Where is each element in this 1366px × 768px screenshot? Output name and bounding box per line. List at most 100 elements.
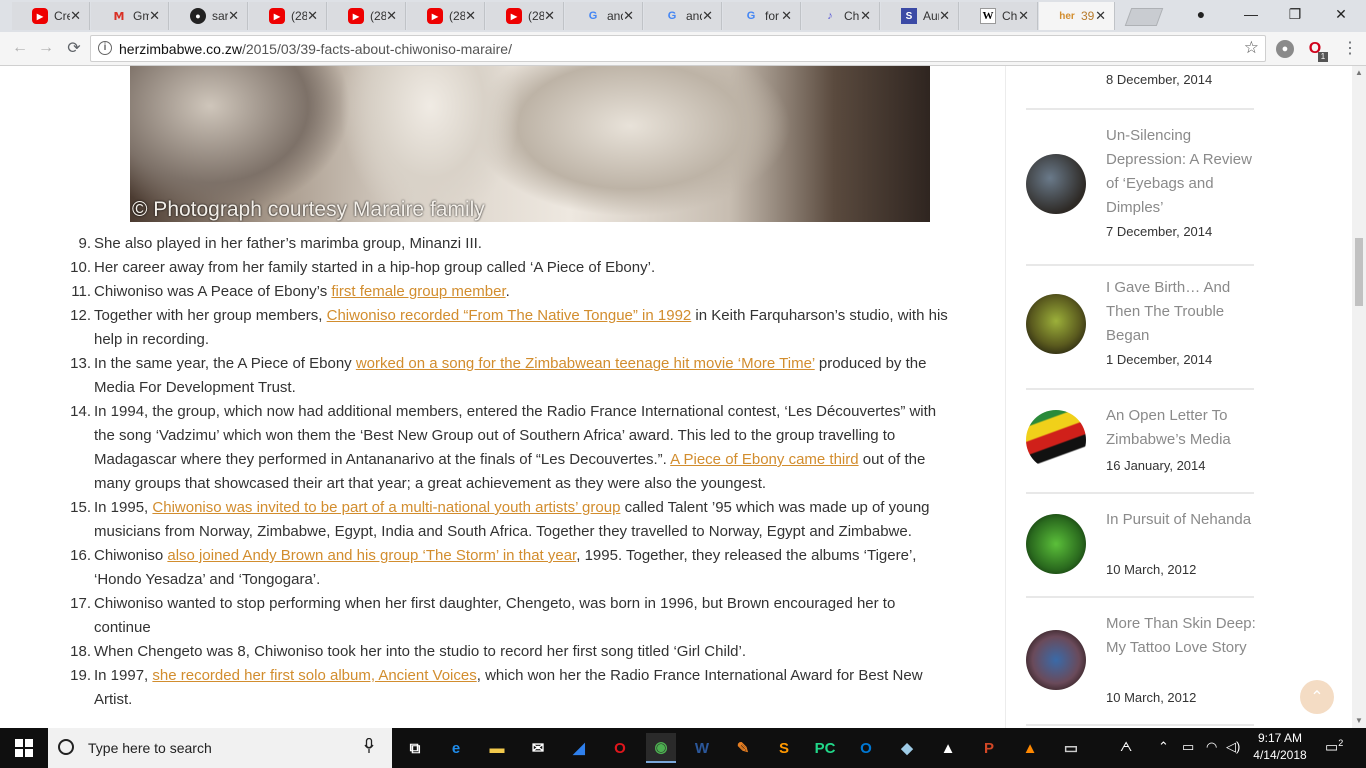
post-title[interactable]: More Than Skin Deep: My Tattoo Love Stor…	[1106, 612, 1256, 660]
battery-icon[interactable]: ▭	[1182, 739, 1194, 755]
tab-close-icon[interactable]: ✕	[781, 8, 792, 24]
tab-close-icon[interactable]: ✕	[228, 8, 239, 24]
browser-tab[interactable]: Gfor ✕	[723, 2, 801, 30]
browser-tab[interactable]: ▶ (28)✕	[407, 2, 485, 30]
file-explorer-icon[interactable]: ▬	[482, 733, 512, 763]
minimize-button[interactable]: —	[1228, 0, 1274, 28]
wifi-icon[interactable]: ◠	[1206, 739, 1217, 755]
mail-icon[interactable]: ✉	[523, 733, 553, 763]
browser-tab[interactable]: S Aur✕	[881, 2, 959, 30]
browser-tab[interactable]: ▶ (28)✕	[328, 2, 406, 30]
tab-close-icon[interactable]: ✕	[939, 8, 950, 24]
post-title[interactable]: I Gave Birth… And Then The Trouble Began	[1106, 276, 1256, 348]
fact-link[interactable]: also joined Andy Brown and his group ‘Th…	[167, 547, 576, 564]
powerpoint-icon[interactable]: P	[974, 733, 1004, 763]
new-tab-button[interactable]	[1124, 8, 1164, 26]
show-hidden-icons-chevron[interactable]: ⌃	[1158, 739, 1169, 755]
people-icon[interactable]: ᗅ	[1120, 739, 1132, 755]
fact-link[interactable]: she recorded her first solo album, Ancie…	[152, 667, 476, 684]
edge-icon[interactable]: e	[441, 733, 471, 763]
browser-tab[interactable]: W Chi✕	[960, 2, 1038, 30]
browser-tab[interactable]: ♪ Chi✕	[802, 2, 880, 30]
address-bar[interactable]: i herzimbabwe.co.zw/2015/03/39-facts-abo…	[90, 35, 1266, 62]
post-thumbnail[interactable]	[1026, 514, 1086, 574]
sidebar-post[interactable]: An Open Letter To Zimbabwe’s Media 16 Ja…	[1026, 388, 1254, 494]
post-thumbnail[interactable]	[1026, 154, 1086, 214]
browser-tab[interactable]: ▶ (28)✕	[486, 2, 564, 30]
profile-icon[interactable]: ●	[1178, 0, 1224, 28]
scroll-up-arrow[interactable]: ▲	[1352, 66, 1366, 80]
post-thumbnail[interactable]	[1026, 630, 1086, 690]
tab-close-icon[interactable]: ✕	[149, 8, 160, 24]
tab-close-icon[interactable]: ✕	[465, 8, 476, 24]
action-center-icon[interactable]: ▭2	[1325, 738, 1343, 756]
chrome-icon[interactable]: ◉	[646, 733, 676, 763]
start-button[interactable]	[0, 728, 48, 768]
post-title[interactable]: An Open Letter To Zimbabwe’s Media	[1106, 404, 1256, 452]
tab-close-icon[interactable]: ✕	[1095, 8, 1106, 24]
tab-close-icon[interactable]: ✕	[1018, 8, 1029, 24]
sidebar-post[interactable]: I Gave Birth… And Then The Trouble Began…	[1026, 264, 1254, 390]
forward-button[interactable]: →	[34, 36, 58, 60]
fact-link[interactable]: Chiwoniso recorded “From The Native Tong…	[327, 307, 692, 324]
post-title[interactable]: In Pursuit of Nehanda	[1106, 508, 1256, 532]
paint-icon[interactable]: ◢	[564, 733, 594, 763]
chrome-menu-icon[interactable]: ⋮	[1338, 36, 1362, 60]
sidebar-post[interactable]: Un-Silencing Depression: A Review of ‘Ey…	[1026, 108, 1254, 266]
sidebar-post[interactable]: In Pursuit of Nehanda 10 March, 2012	[1026, 492, 1254, 598]
scrollbar-thumb[interactable]	[1355, 238, 1363, 306]
bookmark-star-icon[interactable]: ☆	[1244, 38, 1259, 58]
url-text[interactable]: herzimbabwe.co.zw/2015/03/39-facts-about…	[119, 41, 512, 57]
post-thumbnail[interactable]	[1026, 410, 1086, 470]
restore-button[interactable]: ❐	[1272, 0, 1318, 28]
tab-close-icon[interactable]: ✕	[860, 8, 871, 24]
close-window-button[interactable]: ✕	[1318, 0, 1364, 28]
fact-link[interactable]: first female group member	[331, 283, 505, 300]
back-button[interactable]: ←	[8, 36, 32, 60]
tab-close-icon[interactable]: ✕	[307, 8, 318, 24]
reload-button[interactable]: ⟳	[62, 36, 86, 60]
post-thumbnail[interactable]	[1026, 294, 1086, 354]
fact-number: 19.	[70, 667, 91, 684]
paint-palette-icon[interactable]: ✎	[728, 733, 758, 763]
browser-tab[interactable]: ▶ Cre ✕	[12, 2, 90, 30]
vlc-icon[interactable]: ▲	[1015, 733, 1045, 763]
tab-close-icon[interactable]: ✕	[70, 8, 81, 24]
fact-number: 11.	[71, 283, 91, 300]
word-icon[interactable]: W	[687, 733, 717, 763]
terminal-icon[interactable]: ▭	[1056, 733, 1086, 763]
browser-tab[interactable]: Gand✕	[644, 2, 722, 30]
post-title[interactable]: Un-Silencing Depression: A Review of ‘Ey…	[1106, 124, 1256, 220]
task-view-icon[interactable]: ⧉	[400, 733, 430, 763]
microphone-icon[interactable]	[364, 737, 374, 759]
browser-tab[interactable]: her 39 F✕	[1039, 2, 1115, 30]
sidebar-post[interactable]: More Than Skin Deep: My Tattoo Love Stor…	[1026, 596, 1256, 726]
pycharm-icon[interactable]: PC	[810, 733, 840, 763]
site-info-icon[interactable]: i	[98, 41, 112, 55]
volume-icon[interactable]: ◁)	[1226, 739, 1240, 755]
fact-link[interactable]: A Piece of Ebony came third	[670, 451, 858, 468]
youtube-icon: ▶	[32, 8, 48, 24]
fact-link[interactable]: Chiwoniso was invited to be part of a mu…	[152, 499, 620, 516]
taskbar-clock[interactable]: 9:17 AM 4/14/2018	[1247, 730, 1313, 764]
sidebar-post[interactable]: 8 December, 2014	[1026, 66, 1254, 110]
tab-close-icon[interactable]: ✕	[386, 8, 397, 24]
extension-icon[interactable]: ●	[1276, 40, 1294, 58]
browser-tab[interactable]: M Gm ✕	[91, 2, 169, 30]
opera-icon[interactable]: O	[605, 733, 635, 763]
sublime-text-icon[interactable]: S	[769, 733, 799, 763]
fact-link[interactable]: worked on a song for the Zimbabwean teen…	[356, 355, 815, 372]
taskbar-search-box[interactable]: Type here to search	[48, 728, 392, 768]
scroll-down-arrow[interactable]: ▼	[1352, 714, 1366, 728]
tab-close-icon[interactable]: ✕	[544, 8, 555, 24]
page-scrollbar[interactable]: ▲ ▼	[1352, 66, 1366, 728]
browser-tab[interactable]: ● sara✕	[170, 2, 248, 30]
photos-icon[interactable]: ▲	[933, 733, 963, 763]
browser-tab[interactable]: ▶ (28)✕	[249, 2, 327, 30]
outlook-icon[interactable]: O	[851, 733, 881, 763]
browser-tab[interactable]: Gand✕	[565, 2, 643, 30]
tab-close-icon[interactable]: ✕	[702, 8, 713, 24]
notes-icon[interactable]: ◆	[892, 733, 922, 763]
tab-close-icon[interactable]: ✕	[623, 8, 634, 24]
back-to-top-button[interactable]: ⌃	[1300, 680, 1334, 714]
